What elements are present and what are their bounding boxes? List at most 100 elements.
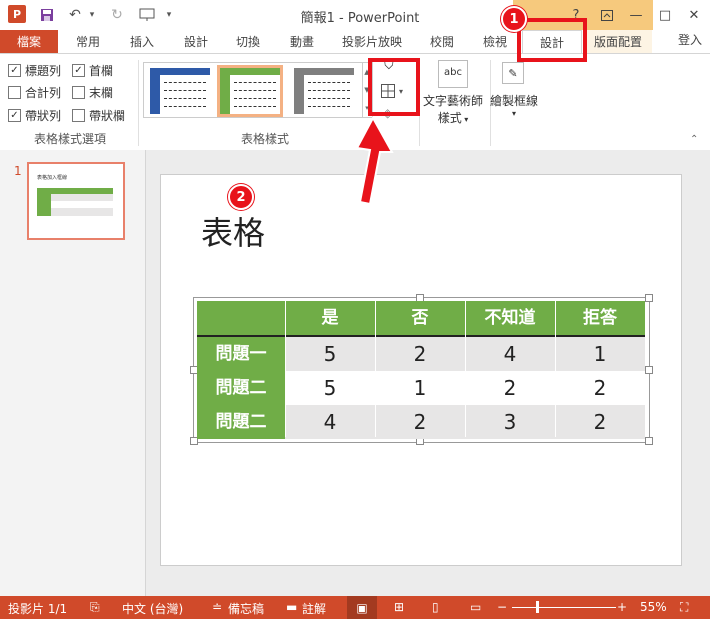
table-cell[interactable]: 2 [555,371,645,405]
wordart-icon[interactable]: abc [438,60,468,88]
table-style-green-selected[interactable] [217,65,283,117]
table-header-cell[interactable]: 是 [285,301,375,335]
table-header-cell[interactable]: 不知道 [465,301,555,335]
notes-icon[interactable]: ≐ [212,600,222,614]
table-cell[interactable]: 5 [285,337,375,371]
column-separator [285,301,286,437]
resize-handle[interactable] [645,294,653,302]
table-cell[interactable]: 4 [285,405,375,439]
zoom-out-icon[interactable]: − [497,600,507,614]
option-last-column[interactable]: 末欄 [72,84,113,101]
table-cell[interactable]: 1 [375,371,465,405]
wordart-dropdown-icon: ▾ [461,115,469,124]
draw-borders-dropdown-icon: ▾ [511,109,516,118]
checkbox-checked-icon[interactable]: ✓ [8,64,21,77]
data-table[interactable]: 是 否 不知道 拒答 問題一 5 2 4 1 問題二 5 1 2 2 問題二 4… [197,301,645,439]
powerpoint-logo-icon: P [8,5,26,23]
table-row-label[interactable]: 問題二 [197,405,285,439]
status-bar: 投影片 1/1 ⎘ 中文 (台灣) ≐ 備忘稿 ▬ 註解 ▣ ⊞ ▯ ▭ − +… [0,596,710,619]
column-separator [555,301,556,437]
table-style-gray[interactable] [294,68,354,114]
draw-borders-button[interactable]: 繪製框線 ▾ [487,92,541,118]
zoom-slider-thumb[interactable] [536,601,539,613]
table-cell[interactable]: 3 [465,405,555,439]
tab-slideshow[interactable]: 投影片放映 [330,30,414,54]
tab-table-layout[interactable]: 版面配置 [584,30,652,54]
zoom-slider[interactable] [512,607,616,608]
column-separator [375,301,376,437]
tab-insert[interactable]: 插入 [116,30,168,54]
option-banded-rows[interactable]: ✓ 帶狀列 [8,107,61,124]
step-badge-2: 2 [228,184,254,210]
zoom-level[interactable]: 55% [640,600,667,614]
pointer-arrow [355,115,394,206]
table-cell[interactable]: 2 [375,337,465,371]
tab-home[interactable]: 常用 [62,30,114,54]
resize-handle[interactable] [645,366,653,374]
slideshow-view-icon[interactable]: ▭ [470,600,481,614]
undo-icon[interactable]: ↶ [64,5,86,25]
tab-animations[interactable]: 動畫 [276,30,328,54]
slide-thumbnail[interactable]: 表格加入框線 [27,162,125,240]
option-total-row[interactable]: 合計列 [8,84,61,101]
tab-transitions[interactable]: 切換 [222,30,274,54]
slide-sorter-icon[interactable]: ⊞ [394,600,404,614]
close-icon[interactable]: ✕ [683,5,705,25]
table-cell[interactable]: 2 [555,405,645,439]
minimize-icon[interactable]: — [625,5,647,25]
notes-button[interactable]: 備忘稿 [228,600,264,617]
thumbnail-title: 表格加入框線 [37,175,68,181]
table-header-cell[interactable]: 否 [375,301,465,335]
highlight-borders-button [368,58,420,116]
maximize-icon[interactable]: □ [654,5,676,25]
highlight-design-tab [517,18,587,62]
draw-borders-icon[interactable]: ✎ [502,62,524,84]
redo-icon[interactable]: ↻ [106,5,128,25]
checkbox-unchecked-icon[interactable] [72,86,85,99]
checkbox-unchecked-icon[interactable] [8,86,21,99]
table-row-label[interactable]: 問題二 [197,371,285,405]
customize-qat-icon[interactable]: ▾ [162,5,176,25]
table-cell[interactable]: 1 [555,337,645,371]
table-cell[interactable]: 5 [285,371,375,405]
table-header-cell[interactable]: 拒答 [555,301,645,335]
table-style-blue[interactable] [150,68,210,114]
sign-in-link[interactable]: 登入 [672,28,708,52]
collapse-ribbon-icon[interactable]: ⌃ [690,134,698,145]
normal-view-icon[interactable]: ▣ [347,596,377,619]
resize-handle[interactable] [645,437,653,445]
step-badge-1: 1 [501,6,527,32]
undo-dropdown-icon[interactable]: ▾ [86,5,98,25]
table-row-label[interactable]: 問題一 [197,337,285,371]
tab-view[interactable]: 檢視 [470,30,520,54]
table-cell[interactable]: 2 [465,371,555,405]
zoom-in-icon[interactable]: + [617,600,627,614]
option-header-row[interactable]: ✓ 標題列 [8,62,61,79]
tab-review[interactable]: 校閱 [414,30,470,54]
table-cell[interactable]: 4 [465,337,555,371]
wordart-styles-button[interactable]: 文字藝術師 樣式 ▾ [421,92,485,126]
slide-title[interactable]: 表格 [201,208,265,254]
table-styles-gallery [143,62,363,118]
checkbox-unchecked-icon[interactable] [72,109,85,122]
column-separator [465,301,466,437]
language-indicator[interactable]: 中文 (台灣) [122,600,183,617]
option-banded-columns[interactable]: 帶狀欄 [72,107,125,124]
table-cell[interactable]: 2 [375,405,465,439]
checkbox-checked-icon[interactable]: ✓ [8,109,21,122]
checkbox-checked-icon[interactable]: ✓ [72,64,85,77]
ribbon-display-options-icon[interactable] [596,5,618,25]
slide-count: 投影片 1/1 [8,602,68,616]
tab-design[interactable]: 設計 [170,30,222,54]
comments-button[interactable]: 註解 [302,600,326,617]
option-first-column[interactable]: ✓ 首欄 [72,62,113,79]
start-slideshow-icon[interactable] [136,5,158,25]
fit-to-window-icon[interactable]: ⛶ [680,600,688,615]
reading-view-icon[interactable]: ▯ [432,600,439,614]
save-icon[interactable] [36,5,58,25]
spell-check-icon[interactable]: ⎘ [90,600,100,615]
tab-file[interactable]: 檔案 [0,30,58,54]
slide-number: 1 [14,164,22,178]
comments-icon[interactable]: ▬ [286,600,297,614]
table-header-cell[interactable] [197,301,285,335]
